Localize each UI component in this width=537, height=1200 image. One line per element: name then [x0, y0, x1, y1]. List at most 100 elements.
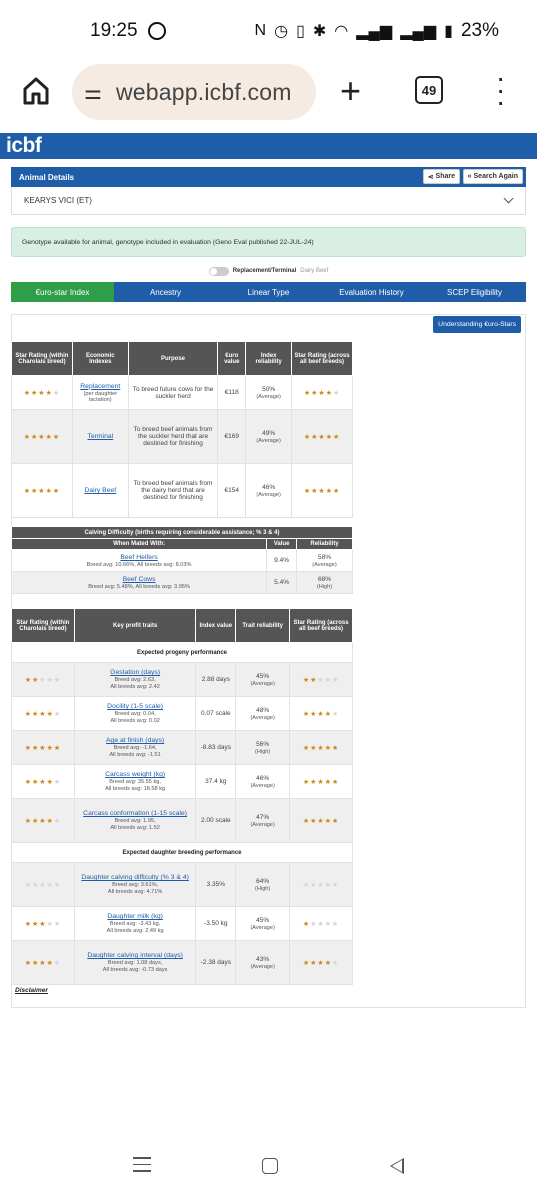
toggle-switch[interactable] [208, 266, 229, 276]
star-icon: ★ [324, 959, 332, 967]
trait-value-cell: 2.00 scale [195, 798, 237, 843]
star-rating: ★★★★★ [24, 488, 60, 495]
star-icon: ★ [53, 710, 62, 718]
table-row: ★★★★★ Gestation (days) Breed avg: 2.63, All… [11, 662, 353, 697]
url-text[interactable]: webapp.icbf.com [116, 79, 292, 106]
reliability-value: 46% [262, 483, 276, 491]
address-bar[interactable]: ⚌ webapp.icbf.com [72, 64, 316, 120]
animal-selector[interactable]: KEARYS VICI (ET) [11, 187, 526, 215]
star-rating: ★★★★★ [303, 677, 339, 684]
recent-apps-icon[interactable] [133, 1157, 151, 1177]
reliability-label: (High) [316, 583, 333, 590]
reliability-label: (Average) [250, 714, 275, 721]
index-link[interactable]: Terminal [87, 433, 113, 440]
col-value: Value [266, 538, 298, 550]
page-content: Animal Details ⋖ Share « Search Again KE… [11, 167, 526, 302]
star-rating: ★★★★★ [303, 711, 339, 718]
all-breeds-avg: All breeds avg: 1.52 [110, 825, 160, 831]
all-breeds-avg: All breeds avg: -0.73 days [102, 967, 168, 973]
section-label: Expected progeny performance [11, 642, 353, 663]
trait-link[interactable]: Daughter calving difficulty (% 3 & 4) [81, 874, 189, 881]
trait-link[interactable]: Gestation (days) [110, 669, 160, 676]
star-icon: ★ [45, 487, 53, 495]
understanding-eurostars-button[interactable]: Understanding €uro-Stars [433, 316, 521, 333]
star-icon: ★ [39, 817, 47, 825]
star-icon: ★ [317, 676, 325, 684]
trait-cell: Docility (1-5 scale) Breed avg: 0.04, All … [73, 696, 197, 731]
index-link[interactable]: Replacement [80, 383, 120, 390]
reliability-value: 47% [256, 813, 270, 821]
star-icon: ★ [39, 710, 47, 718]
whatsapp-icon [147, 22, 166, 40]
star-icon: ★ [53, 676, 62, 684]
signal-icon: ▂▄▆ [356, 23, 393, 40]
reliability-value: 68% [318, 575, 332, 583]
tab-eurostar-index[interactable]: €uro-star Index [11, 282, 114, 302]
breed-avg-note: Breed avg: 10.66%, All breeds avg: 8.03% [86, 561, 192, 568]
mated-with-link[interactable]: Beef Heifers [120, 554, 157, 561]
share-label: Share [435, 173, 455, 180]
star-icon: ★ [331, 710, 340, 718]
status-time: 19:25 [90, 20, 138, 41]
trait-link[interactable]: Daughter milk (kg) [107, 913, 163, 920]
star-icon: ★ [324, 920, 332, 928]
trait-value-cell: -3.50 kg [195, 906, 237, 941]
trait-link[interactable]: Docility (1-5 scale) [107, 703, 163, 710]
star-icon: ★ [24, 920, 32, 928]
star-icon: ★ [331, 778, 340, 786]
star-icon: ★ [317, 959, 325, 967]
col-key-profit-traits: Key profit traits [73, 608, 197, 643]
trait-cell: Carcass conformation (1-15 scale) Breed a… [73, 798, 197, 843]
trait-star-across-cell: ★★★★★ [289, 764, 353, 799]
star-across-cell: ★★★★★ [291, 375, 353, 410]
trait-star-within-cell: ★★★★★ [11, 862, 75, 907]
tab-linear-type[interactable]: Linear Type [217, 282, 320, 302]
calving-title: Calving Difficulty (births requiring con… [11, 526, 353, 539]
share-button[interactable]: ⋖ Share [422, 169, 460, 184]
reliability-value: 45% [256, 916, 270, 924]
index-link[interactable]: Dairy Beef [84, 487, 116, 494]
trait-reliability-cell: 48% (Average) [235, 696, 291, 731]
animal-details-header: Animal Details ⋖ Share « Search Again [11, 167, 526, 187]
icbf-logo[interactable]: icbf [6, 134, 42, 158]
nav-home-icon[interactable] [262, 1158, 278, 1174]
tab-ancestry[interactable]: Ancestry [114, 282, 217, 302]
trait-link[interactable]: Carcass conformation (1-15 scale) [83, 810, 187, 817]
col-trait-star-within: Star Rating (within Charolais breed) [11, 608, 75, 643]
star-rating: ★★★★★ [304, 390, 340, 397]
breed-avg: Breed avg: -1.64, [113, 745, 157, 751]
index-cell: Terminal [71, 409, 129, 464]
trait-star-across-cell: ★★★★★ [289, 862, 353, 907]
disclaimer-link[interactable]: Disclaimer [15, 987, 48, 994]
back-icon[interactable] [390, 1158, 404, 1174]
trait-link[interactable]: Daughter calving interval (days) [87, 952, 183, 959]
star-icon: ★ [24, 710, 32, 718]
reliability-label: (Average) [250, 680, 275, 687]
star-icon: ★ [38, 487, 46, 495]
star-icon: ★ [46, 676, 54, 684]
chevron-down-icon[interactable] [503, 193, 514, 204]
star-rating: ★★★★★ [25, 779, 61, 786]
trait-cell: Daughter calving difficulty (% 3 & 4) Bre… [73, 862, 197, 907]
tab-scep-eligibility[interactable]: SCEP Eligibility [423, 282, 526, 302]
all-breeds-avg: All breeds avg: 2.42 [110, 684, 160, 690]
star-rating: ★★★★★ [25, 882, 61, 889]
site-settings-icon[interactable]: ⚌ [84, 80, 110, 105]
home-icon[interactable] [22, 76, 50, 106]
new-tab-icon[interactable]: + [340, 70, 361, 112]
star-icon: ★ [331, 817, 340, 825]
more-menu-icon[interactable]: · · · [496, 64, 505, 116]
mated-with-link[interactable]: Beef Cows [123, 576, 156, 583]
tab-switcher-button[interactable]: 49 [415, 76, 443, 104]
trait-reliability-cell: 56% (High) [235, 730, 291, 765]
search-again-button[interactable]: « Search Again [462, 169, 523, 184]
purpose-cell: To breed beef animals from the dairy her… [127, 463, 219, 518]
trait-link[interactable]: Age at finish (days) [106, 737, 164, 744]
tab-evaluation-history[interactable]: Evaluation History [320, 282, 423, 302]
trait-link[interactable]: Carcass weight (kg) [105, 771, 165, 778]
star-icon: ★ [38, 389, 46, 397]
bluetooth-icon: ✱ [312, 23, 327, 40]
star-icon: ★ [324, 881, 332, 889]
star-icon: ★ [318, 433, 326, 441]
star-icon: ★ [46, 710, 54, 718]
